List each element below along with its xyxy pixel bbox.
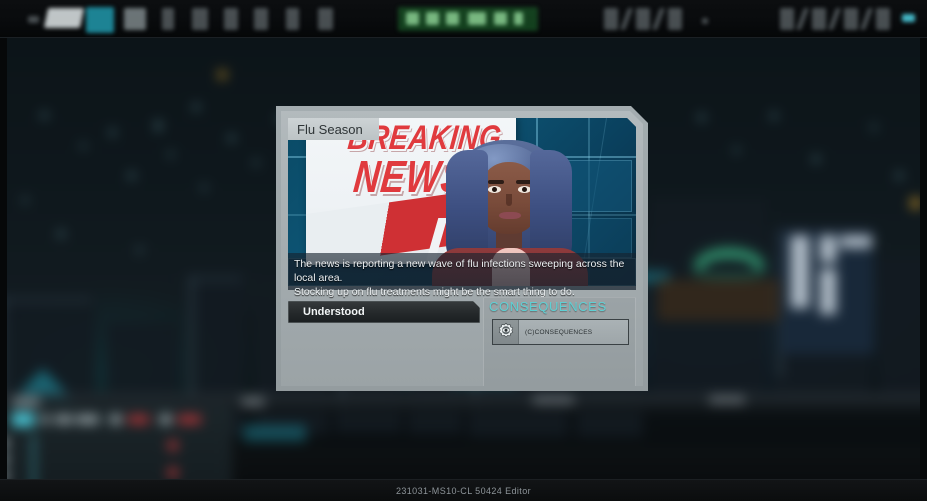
consequences-panel: CONSEQUENCES (C)CONSEQUENCES (483, 297, 636, 386)
toolbar-icon-play[interactable] (406, 12, 419, 25)
toolbar-icon-chart[interactable] (124, 8, 146, 30)
toolbar-icon-pause[interactable] (426, 12, 439, 25)
consequence-item-label: (C)CONSEQUENCES (525, 328, 593, 336)
game-window: BREAKING NEWS Flu Season The news is rep… (0, 0, 927, 501)
toolbar-icon-calendar[interactable] (468, 12, 486, 25)
toolbar-icon-extra[interactable] (876, 8, 890, 30)
right-edge (920, 0, 927, 501)
consequence-list-item[interactable]: (C)CONSEQUENCES (492, 319, 629, 345)
left-edge (0, 0, 7, 501)
toolbar-icon-slash5 (859, 8, 874, 30)
toolbar-icon-layers[interactable] (43, 8, 85, 28)
top-toolbar[interactable] (0, 0, 927, 38)
toolbar-icon-person2[interactable] (668, 8, 682, 30)
toolbar-icon-slash3 (795, 8, 810, 30)
toolbar-icon-security[interactable] (844, 8, 858, 30)
toolbar-icon-research[interactable] (780, 8, 794, 30)
toolbar-icon-person[interactable] (604, 8, 618, 30)
toolbar-icon-health[interactable] (812, 8, 826, 30)
event-dialog: BREAKING NEWS Flu Season The news is rep… (276, 106, 648, 391)
toolbar-icon-group[interactable] (636, 8, 650, 30)
toolbar-icon-clock[interactable] (494, 12, 507, 25)
toolbar-icon-menu[interactable] (28, 16, 39, 23)
toolbar-speed-group[interactable] (398, 7, 538, 31)
toolbar-icon-slash (619, 8, 634, 30)
understood-button[interactable]: Understood (288, 301, 480, 323)
toolbar-indicator-icon[interactable] (902, 14, 915, 22)
toolbar-icon-cash[interactable] (702, 18, 708, 24)
toolbar-icon-slash2 (651, 8, 666, 30)
toolbar-icon-wrench[interactable] (286, 8, 299, 30)
toolbar-icon-flag[interactable] (514, 12, 523, 25)
toolbar-icon-fast-forward[interactable] (446, 12, 459, 25)
event-description: The news is reporting a new wave of flu … (288, 253, 636, 290)
consequences-title: CONSEQUENCES (489, 299, 607, 314)
toolbar-icon-clipboard[interactable] (318, 8, 333, 30)
event-description-line-1: The news is reporting a new wave of flu … (294, 258, 625, 284)
gear-eye-icon (493, 320, 519, 344)
toolbar-icon-slash4 (827, 8, 842, 30)
toolbar-icon-map-selected[interactable] (86, 7, 114, 33)
event-dialog-inner: BREAKING NEWS Flu Season The news is rep… (281, 111, 643, 386)
toolbar-icon-lock[interactable] (224, 8, 238, 30)
toolbar-icon-cursor[interactable] (162, 8, 174, 30)
toolbar-icon-book[interactable] (254, 8, 268, 30)
build-version-label: 231031-MS10-CL 50424 Editor (395, 485, 532, 496)
page-title: Flu Season (297, 121, 363, 137)
toolbar-icon-pin[interactable] (192, 8, 208, 30)
status-bar: 231031-MS10-CL 50424 Editor (0, 479, 927, 501)
dialog-title-bar: Flu Season (288, 118, 379, 140)
